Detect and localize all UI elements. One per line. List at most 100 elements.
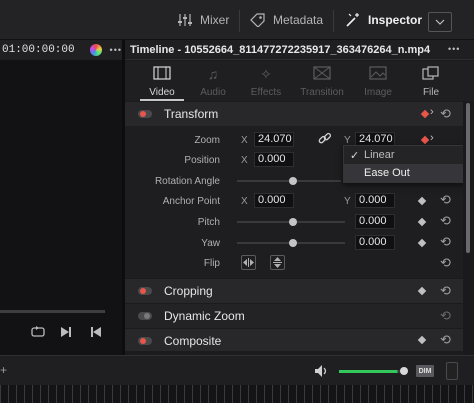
- reset-icon[interactable]: ⟲: [440, 283, 451, 299]
- mixer-button[interactable]: Mixer: [177, 0, 229, 40]
- menu-item-linear[interactable]: ✓ Linear: [344, 146, 466, 164]
- wand-inspector-icon: [346, 13, 359, 27]
- toolbar-divider: [333, 10, 334, 32]
- yaw-reset-icon[interactable]: ⟲: [440, 234, 451, 250]
- keyframe-diamond-icon[interactable]: [417, 335, 427, 345]
- section-cropping[interactable]: Cropping ⟲: [125, 279, 463, 303]
- composite-enable-toggle[interactable]: [138, 337, 152, 345]
- flip-vertical-button[interactable]: [270, 255, 285, 270]
- tab-effects: ✧ Effects: [238, 61, 294, 101]
- music-note-icon: ♫: [207, 66, 219, 82]
- inspector-title: Timeline - 10552664_811477272235917_3634…: [130, 43, 431, 56]
- color-wheel-icon[interactable]: [89, 44, 102, 56]
- scrollbar-thumb[interactable]: [466, 103, 470, 253]
- cropping-enable-toggle[interactable]: [138, 287, 152, 295]
- inspector-scrollbar[interactable]: [463, 101, 474, 355]
- rotation-slider-knob[interactable]: [289, 177, 297, 185]
- skip-back-icon: [91, 327, 101, 337]
- mixer-label: Mixer: [200, 13, 230, 27]
- skip-forward-icon: [61, 327, 71, 337]
- magic-wand-icon: ✧: [260, 66, 272, 82]
- inspector-tabs: Video ♫ Audio ✧ Effects Transition Image…: [125, 61, 474, 101]
- add-icon[interactable]: +: [0, 363, 7, 377]
- reset-icon[interactable]: ⟲: [440, 106, 451, 122]
- chevron-right-icon[interactable]: ›: [430, 106, 434, 118]
- keyframe-diamond-icon[interactable]: [417, 286, 427, 296]
- section-dynamic-zoom[interactable]: Dynamic Zoom ⟲: [125, 304, 463, 328]
- dim-button[interactable]: DIM: [416, 365, 434, 377]
- position-x-field[interactable]: 0.000: [254, 152, 294, 167]
- zoom-keyframe-icon[interactable]: [420, 135, 430, 145]
- reset-icon[interactable]: ⟲: [440, 332, 451, 348]
- chevron-right-icon[interactable]: ›: [430, 132, 434, 144]
- zoom-x-axis: X: [241, 135, 248, 146]
- viewer-options-button[interactable]: •••: [110, 45, 122, 55]
- menu-item-ease-out[interactable]: Ease Out: [344, 164, 466, 182]
- keyframe-diamond-icon[interactable]: [420, 109, 430, 119]
- metadata-label: Metadata: [273, 13, 324, 27]
- metadata-button[interactable]: Metadata: [250, 0, 323, 40]
- flip-vertical-icon: [273, 257, 282, 268]
- speaker-icon[interactable]: [314, 364, 330, 378]
- film-icon: [153, 66, 171, 80]
- tab-audio: ♫ Audio: [185, 61, 241, 101]
- inspector-options-button[interactable]: •••: [446, 44, 461, 54]
- anchor-label: Anchor Point: [162, 196, 220, 207]
- checkmark-icon: ✓: [350, 149, 360, 162]
- yaw-field[interactable]: 0.000: [355, 235, 395, 250]
- anchor-x-axis: X: [241, 196, 248, 207]
- transition-icon: [313, 66, 331, 80]
- anchor-y-axis: Y: [344, 196, 351, 207]
- section-title: Transform: [164, 107, 219, 121]
- volume-slider-knob[interactable]: [400, 367, 408, 375]
- section-title: Composite: [164, 334, 222, 348]
- viewer-scrub-bar[interactable]: [0, 310, 105, 313]
- transform-enable-toggle[interactable]: [138, 110, 152, 118]
- tab-video[interactable]: Video: [134, 61, 190, 101]
- yaw-keyframe-icon[interactable]: [417, 238, 427, 248]
- volume-slider[interactable]: [339, 370, 404, 373]
- position-label: Position: [184, 155, 220, 166]
- section-composite[interactable]: Composite ⟲: [125, 329, 463, 351]
- pitch-field[interactable]: 0.000: [355, 214, 395, 229]
- reset-icon[interactable]: ⟲: [440, 308, 451, 324]
- anchor-y-field[interactable]: 0.000: [355, 193, 395, 208]
- audio-meter-icon: [446, 362, 458, 380]
- tab-transition-label: Transition: [300, 87, 344, 98]
- image-icon: [369, 66, 387, 80]
- yaw-slider-knob[interactable]: [289, 239, 297, 247]
- yaw-label: Yaw: [201, 238, 220, 249]
- pitch-reset-icon[interactable]: ⟲: [440, 213, 451, 229]
- tab-effects-label: Effects: [250, 87, 282, 98]
- pitch-slider-knob[interactable]: [289, 218, 297, 226]
- pitch-label: Pitch: [197, 217, 220, 228]
- flip-horizontal-button[interactable]: [241, 255, 256, 270]
- inspector-button[interactable]: Inspector: [345, 0, 422, 40]
- file-icon: [422, 66, 439, 80]
- inspector-header: Timeline - 10552664_811477272235917_3634…: [125, 40, 474, 60]
- timeline-ruler[interactable]: [0, 385, 474, 403]
- panel-dropdown-button[interactable]: [428, 12, 452, 32]
- rotation-label: Rotation Angle: [154, 176, 220, 187]
- flip-label: Flip: [203, 258, 220, 269]
- anchor-reset-icon[interactable]: ⟲: [440, 192, 451, 208]
- next-frame-button[interactable]: [60, 326, 72, 341]
- pitch-keyframe-icon[interactable]: [417, 217, 427, 227]
- inspector-label: Inspector: [368, 13, 423, 27]
- previous-frame-button[interactable]: [90, 326, 102, 341]
- toolbar-divider: [239, 10, 240, 32]
- dynamic-zoom-enable-toggle[interactable]: [138, 312, 152, 320]
- flip-reset-icon[interactable]: ⟲: [440, 255, 451, 271]
- section-transform[interactable]: Transform › ⟲: [125, 102, 463, 126]
- tab-image-label: Image: [364, 87, 392, 98]
- tab-file[interactable]: File: [403, 61, 459, 101]
- loop-button[interactable]: [30, 326, 46, 341]
- viewer-timecode[interactable]: 01:00:00:00: [2, 44, 75, 56]
- link-icon[interactable]: [318, 132, 332, 146]
- active-tab-indicator: [140, 99, 184, 101]
- anchor-keyframe-icon[interactable]: [417, 196, 427, 206]
- flip-horizontal-icon: [243, 258, 254, 267]
- zoom-x-field[interactable]: 24.070: [254, 132, 294, 147]
- chevron-down-icon: [435, 19, 445, 25]
- anchor-x-field[interactable]: 0.000: [254, 193, 294, 208]
